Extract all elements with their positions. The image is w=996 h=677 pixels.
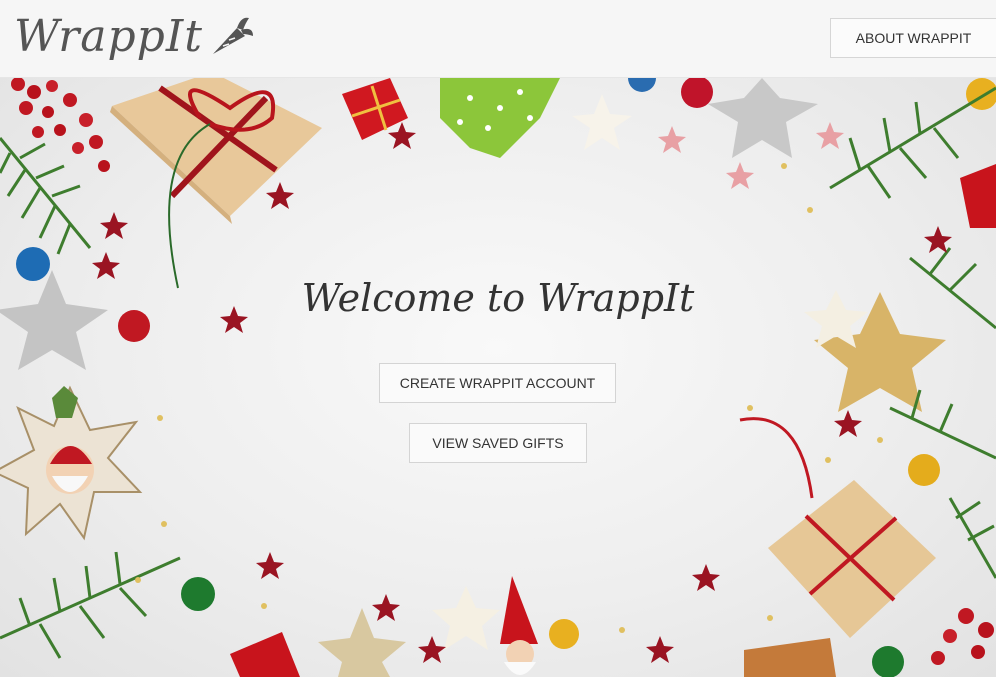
hero-section: Welcome to WrappIt CREATE WRAPPIT ACCOUN…: [0, 78, 996, 677]
red-berries-image: [931, 608, 994, 665]
gingerbread-image: [744, 638, 836, 677]
green-bauble-image: [181, 577, 215, 611]
view-saved-gifts-button[interactable]: VIEW SAVED GIFTS: [409, 423, 587, 463]
red-berries-image: [11, 78, 110, 172]
santa-snowflake-ornament-image: [0, 385, 143, 541]
gold-bauble-image: [549, 619, 579, 649]
kraft-gift-box-image: [739, 417, 936, 638]
felt-tree-ornament-image: [440, 78, 560, 158]
gold-bauble-image: [966, 78, 996, 110]
pine-branch-image: [0, 137, 92, 255]
gold-bauble-image: [908, 454, 940, 486]
red-bauble-image: [681, 78, 713, 108]
red-gift-image: [230, 632, 300, 677]
carrot-icon: [207, 14, 255, 63]
welcome-heading: Welcome to WrappIt: [301, 276, 695, 320]
green-bauble-image: [872, 646, 904, 677]
logo-text: WrappIt: [14, 10, 203, 62]
santa-gnome-image: [500, 576, 538, 675]
red-gift-image: [960, 164, 996, 228]
kraft-gift-box-image: [110, 78, 322, 289]
white-star-image: [432, 586, 500, 650]
red-gift-image: [342, 78, 408, 140]
about-wrappit-button[interactable]: ABOUT WRAPPIT: [830, 18, 996, 58]
logo[interactable]: WrappIt: [14, 10, 255, 63]
top-header: WrappIt ABOUT WRAPPIT: [0, 0, 996, 78]
create-account-button[interactable]: CREATE WRAPPIT ACCOUNT: [379, 363, 616, 403]
white-star-image: [572, 94, 632, 150]
silver-star-image: [708, 78, 818, 158]
blue-bauble-image: [628, 78, 656, 92]
